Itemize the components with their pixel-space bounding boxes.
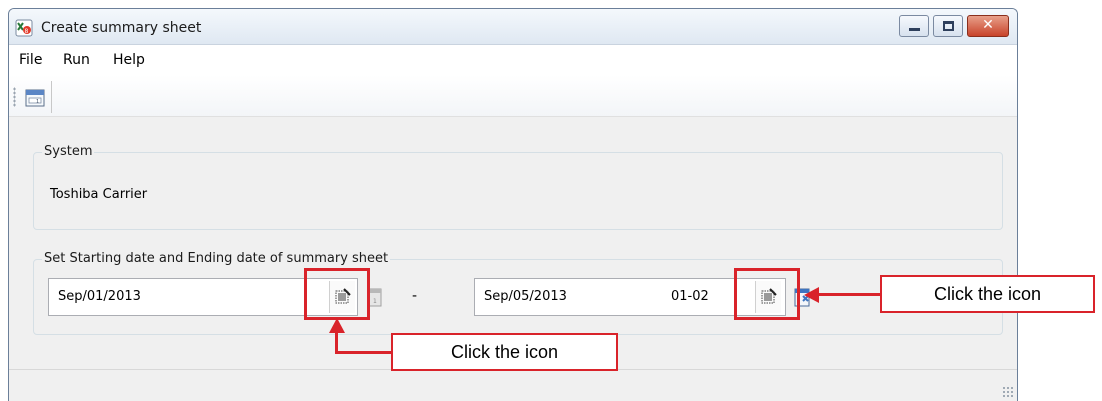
highlight-start-icon — [304, 268, 370, 320]
toolbar-grip[interactable] — [13, 87, 16, 107]
start-date-value: Sep/01/2013 — [58, 289, 141, 304]
date-range-group-label: Set Starting date and Ending date of sum… — [42, 251, 391, 266]
title-bar[interactable]: 8 Create summary sheet ✕ — [9, 9, 1017, 45]
system-group: System Toshiba Carrier — [33, 144, 1003, 230]
svg-text:8: 8 — [25, 28, 29, 35]
close-button[interactable]: ✕ — [967, 15, 1009, 37]
callout-bottom: Click the icon — [391, 333, 618, 371]
callout-right-arrowhead — [804, 287, 819, 303]
minimize-button[interactable] — [899, 15, 929, 37]
callout-right-line — [818, 293, 880, 296]
callout-right: Click the icon — [880, 275, 1095, 313]
app-icon: 8 — [15, 19, 33, 37]
end-time-value: 01-02 — [671, 289, 709, 304]
svg-text:1: 1 — [36, 99, 39, 105]
close-icon: ✕ — [982, 17, 994, 33]
callout-bottom-line-horizontal — [335, 351, 391, 354]
highlight-end-icon — [734, 268, 800, 320]
maximize-icon — [943, 21, 954, 31]
callout-bottom-arrowhead — [329, 318, 345, 333]
system-value: Toshiba Carrier — [50, 187, 148, 202]
toolbar-separator — [51, 81, 52, 113]
toolbar: 1 — [9, 75, 1017, 117]
calendar-sheet-icon[interactable]: 1 — [23, 85, 47, 109]
date-range-group: Set Starting date and Ending date of sum… — [33, 251, 1003, 335]
svg-text:1: 1 — [373, 298, 377, 305]
maximize-button[interactable] — [933, 15, 963, 37]
menu-run[interactable]: Run — [63, 52, 90, 68]
window-title: Create summary sheet — [41, 20, 202, 36]
status-bar — [9, 369, 1017, 401]
resize-grip[interactable] — [1002, 386, 1014, 398]
end-date-value: Sep/05/2013 — [484, 289, 567, 304]
minimize-icon — [909, 28, 920, 31]
start-time-icon[interactable]: 1 — [368, 286, 382, 308]
menu-file[interactable]: File — [19, 52, 42, 68]
menu-bar: File Run Help — [9, 45, 1017, 75]
menu-help[interactable]: Help — [113, 52, 145, 68]
system-group-label: System — [42, 144, 95, 159]
date-separator: - — [412, 288, 418, 304]
